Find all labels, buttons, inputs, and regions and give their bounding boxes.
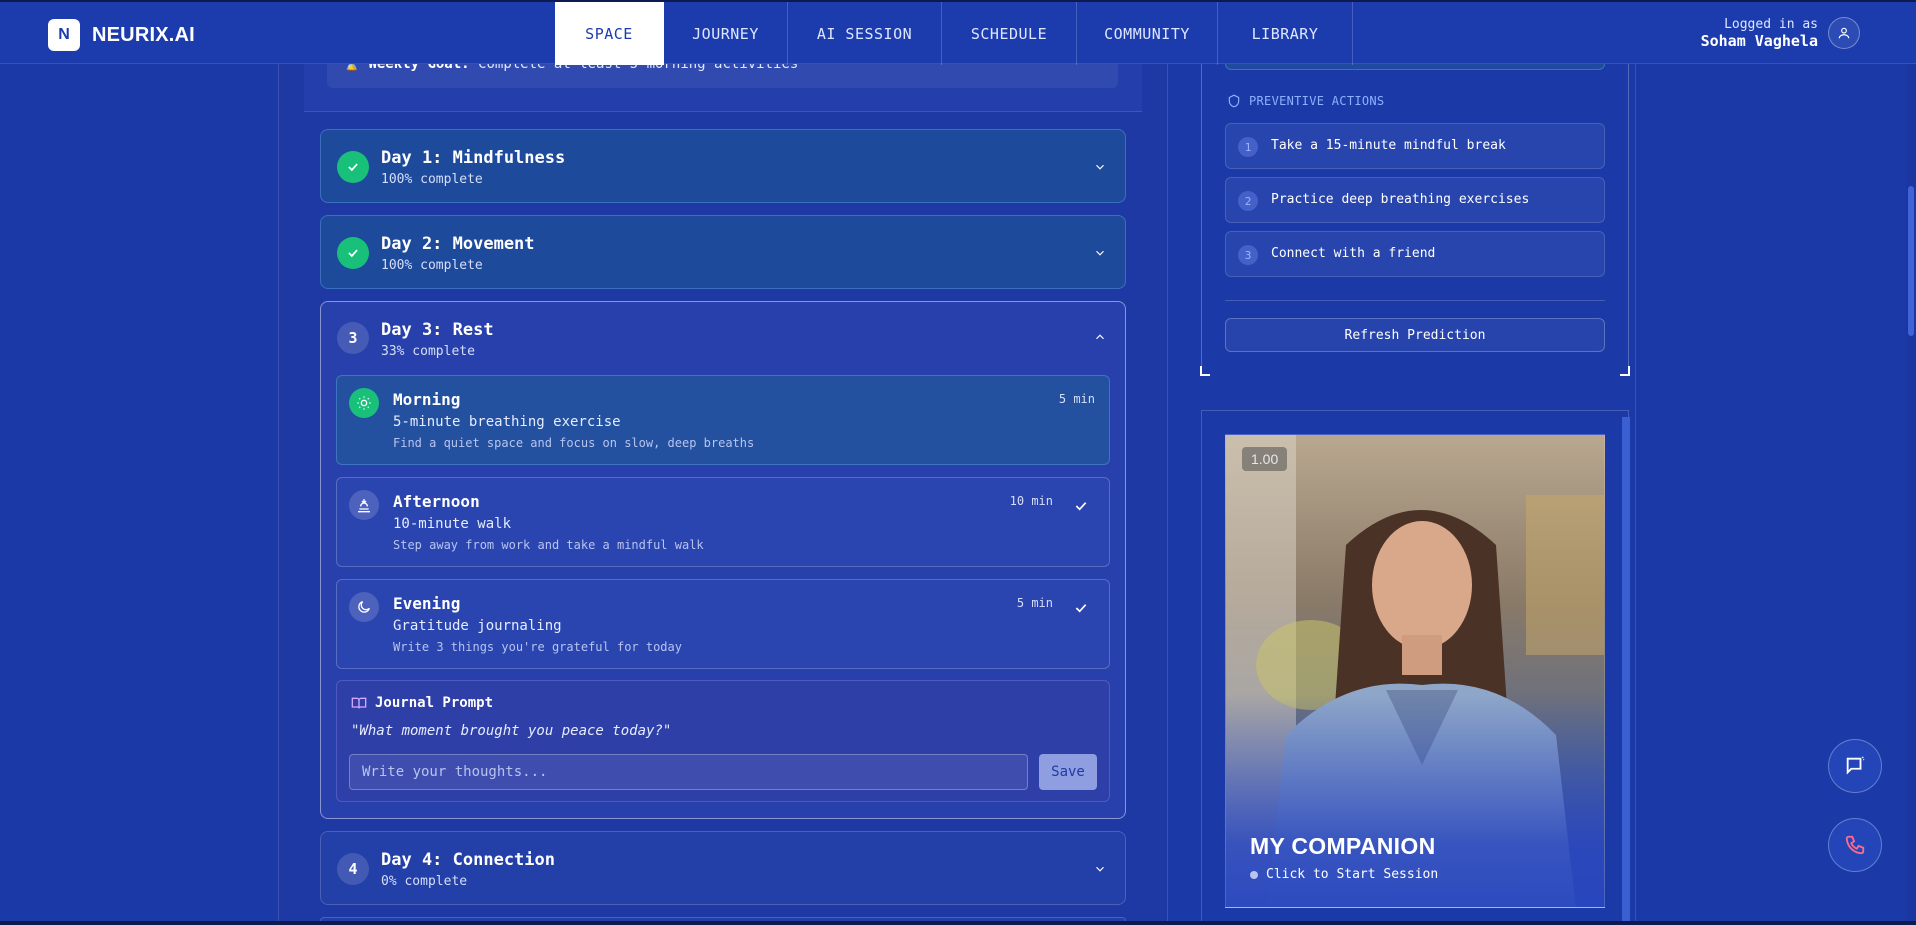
day-number-badge: 4	[337, 853, 369, 885]
playback-speed[interactable]: 1.00	[1242, 447, 1288, 471]
companion-title: MY COMPANION	[1250, 833, 1436, 859]
activity-evening[interactable]: Evening Gratitude journaling Write 3 thi…	[336, 579, 1110, 669]
activity-duration: 5 min	[1058, 392, 1095, 406]
day-progress: 100% complete	[381, 258, 483, 273]
user-name: Soham Vaghela	[1700, 32, 1818, 50]
day-title: Day 4: Connection	[381, 850, 555, 870]
card-corner	[1200, 366, 1210, 376]
activity-duration: 10 min	[1009, 494, 1053, 508]
status-dot	[1250, 870, 1258, 879]
chevron-down-icon[interactable]	[1093, 160, 1107, 174]
preventive-action-item[interactable]: 1 Take a 15-minute mindful break	[1225, 123, 1605, 169]
check-icon[interactable]	[1073, 600, 1089, 616]
avatar[interactable]	[1828, 17, 1860, 49]
tab-ai-session[interactable]: AI SESSION	[788, 2, 942, 65]
activity-morning[interactable]: Morning 5-minute breathing exercise Find…	[336, 375, 1110, 465]
activity-description: Find a quiet space and focus on slow, de…	[393, 436, 755, 450]
divider	[1225, 300, 1605, 301]
shield-icon	[1228, 94, 1240, 108]
day-card-2[interactable]: Day 2: Movement 100% complete	[320, 215, 1126, 289]
activity-duration: 5 min	[1016, 596, 1053, 610]
chat-icon	[1846, 756, 1865, 775]
completed-check-icon	[337, 151, 369, 183]
brand-logo[interactable]: N NEURIX.AI	[48, 19, 195, 51]
session-status: Click to Start Session	[1250, 867, 1438, 882]
card-corner	[1620, 366, 1630, 376]
call-button[interactable]	[1828, 818, 1882, 872]
action-text: Practice deep breathing exercises	[1271, 192, 1530, 207]
day-number-badge: 3	[337, 322, 369, 354]
action-text: Take a 15-minute mindful break	[1271, 138, 1506, 153]
journal-title: Journal Prompt	[375, 695, 494, 711]
tab-schedule[interactable]: SCHEDULE	[942, 2, 1077, 65]
bottom-edge	[0, 921, 1916, 925]
book-icon	[351, 697, 367, 709]
tab-space[interactable]: SPACE	[555, 2, 664, 65]
chevron-up-icon[interactable]	[1093, 330, 1107, 344]
preventive-action-item[interactable]: 3 Connect with a friend	[1225, 231, 1605, 277]
save-button[interactable]: Save	[1039, 754, 1097, 790]
companion-video[interactable]: 1.00 MY COMPANION Click to Start Session	[1225, 434, 1605, 908]
day-title: Day 1: Mindfulness	[381, 148, 566, 168]
journal-input[interactable]	[349, 754, 1028, 790]
preventive-actions-header: PREVENTIVE ACTIONS	[1227, 94, 1384, 108]
user-icon	[1838, 27, 1850, 39]
activity-description: Step away from work and take a mindful w…	[393, 538, 704, 552]
activity-title: Morning	[393, 390, 461, 409]
top-nav: N NEURIX.AI SPACE JOURNEY AI SESSION SCH…	[0, 0, 1916, 66]
activity-name: 5-minute breathing exercise	[393, 414, 621, 430]
sun-icon	[349, 388, 379, 418]
activity-afternoon[interactable]: Afternoon 10-minute walk Step away from …	[336, 477, 1110, 567]
tab-library[interactable]: LIBRARY	[1218, 2, 1353, 65]
companion-card-accent	[1622, 417, 1630, 925]
activity-name: 10-minute walk	[393, 516, 512, 532]
activity-description: Write 3 things you're grateful for today	[393, 640, 682, 654]
day-progress: 100% complete	[381, 172, 483, 187]
user-info: Logged in as Soham Vaghela	[1701, 16, 1860, 50]
day-title[interactable]: Day 3: Rest	[381, 320, 494, 340]
action-number: 2	[1238, 191, 1258, 211]
tab-journey[interactable]: JOURNEY	[664, 2, 788, 65]
sunset-icon	[349, 490, 379, 520]
refresh-prediction-button[interactable]: Refresh Prediction	[1225, 318, 1605, 352]
action-number: 3	[1238, 245, 1258, 265]
nav-tabs: SPACE JOURNEY AI SESSION SCHEDULE COMMUN…	[555, 2, 1353, 66]
journal-prompt-text: "What moment brought you peace today?"	[351, 723, 672, 739]
app-name: NEURIX.AI	[92, 23, 195, 46]
preventive-actions-title: PREVENTIVE ACTIONS	[1249, 94, 1385, 108]
action-text: Connect with a friend	[1271, 246, 1436, 261]
action-number: 1	[1238, 137, 1258, 157]
moon-icon	[349, 592, 379, 622]
phone-heart-icon	[1845, 835, 1865, 855]
logged-in-label: Logged in as	[1724, 17, 1818, 32]
activity-title: Evening	[393, 594, 461, 613]
tab-community[interactable]: COMMUNITY	[1077, 2, 1218, 65]
logo-mark: N	[48, 19, 80, 51]
day-progress: 0% complete	[381, 874, 468, 889]
chevron-down-icon[interactable]	[1093, 246, 1107, 260]
preventive-action-item[interactable]: 2 Practice deep breathing exercises	[1225, 177, 1605, 223]
completed-check-icon	[337, 237, 369, 269]
chevron-down-icon[interactable]	[1093, 862, 1107, 876]
activity-title: Afternoon	[393, 492, 480, 511]
day-progress: 33% complete	[381, 344, 475, 359]
day-title: Day 2: Movement	[381, 234, 535, 254]
day-card-4[interactable]: 4 Day 4: Connection 0% complete	[320, 831, 1126, 905]
start-session-link[interactable]: Click to Start Session	[1266, 867, 1438, 882]
journal-prompt-card: Journal Prompt "What moment brought you …	[336, 680, 1110, 802]
day-card-1[interactable]: Day 1: Mindfulness 100% complete	[320, 129, 1126, 203]
check-icon[interactable]	[1073, 498, 1089, 514]
chat-button[interactable]	[1828, 739, 1882, 793]
scrollbar-thumb[interactable]	[1908, 186, 1914, 336]
activity-name: Gratitude journaling	[393, 618, 562, 634]
